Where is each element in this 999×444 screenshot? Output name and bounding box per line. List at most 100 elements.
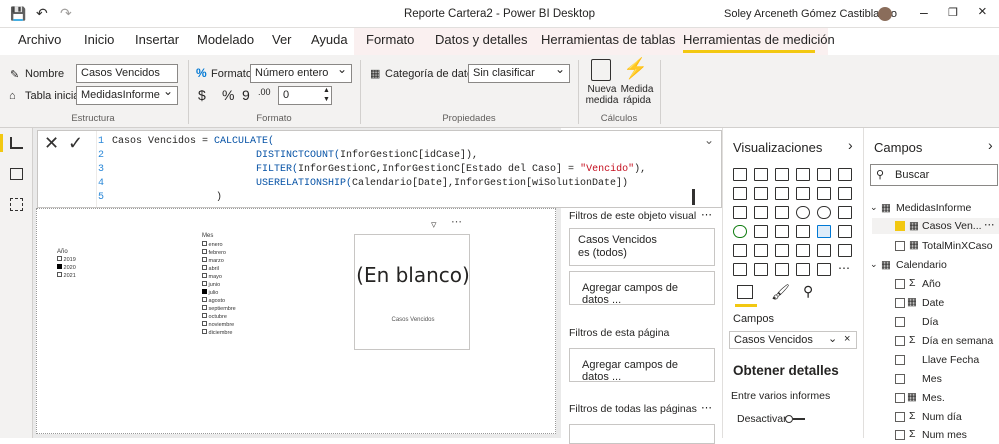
slicer-item[interactable]: 2020: [64, 265, 76, 271]
stacked-column-icon[interactable]: [754, 168, 768, 181]
formato-select[interactable]: Número entero: [250, 64, 352, 83]
field-name[interactable]: Año: [922, 278, 941, 290]
calculator-icon[interactable]: [591, 59, 611, 81]
menu-modelado[interactable]: Modelado: [197, 32, 254, 47]
comma-button[interactable]: 9: [242, 87, 250, 103]
custom-visual-icon[interactable]: [817, 263, 831, 276]
python-visual-icon[interactable]: [838, 244, 852, 257]
pie-chart-icon[interactable]: [796, 206, 810, 219]
cross-report-toggle[interactable]: [785, 415, 805, 424]
menu-herramientas-medicion[interactable]: Herramientas de medición: [683, 32, 835, 47]
collapse-icon[interactable]: ⌄: [870, 202, 878, 213]
r-visual-icon[interactable]: [817, 244, 831, 257]
gauge-icon[interactable]: [796, 225, 810, 238]
search-box[interactable]: ⚲ Buscar: [870, 164, 998, 186]
slicer-item[interactable]: septiembre: [209, 306, 236, 312]
field-name[interactable]: Mes.: [922, 392, 945, 404]
field-checkbox[interactable]: [895, 355, 905, 365]
field-name[interactable]: Casos Ven...: [922, 220, 982, 232]
field-name[interactable]: Día: [922, 316, 938, 328]
field-name[interactable]: Llave Fecha: [922, 354, 979, 366]
field-checkbox[interactable]: [895, 279, 905, 289]
tabla-inicial-select[interactable]: MedidasInforme: [76, 86, 178, 105]
more-options-icon[interactable]: ⋯: [701, 401, 712, 414]
line-stacked-column-icon[interactable]: [817, 187, 831, 200]
scatter-icon[interactable]: [775, 206, 789, 219]
power-apps-icon[interactable]: [796, 263, 810, 276]
table-name-medidas[interactable]: MedidasInforme: [896, 202, 971, 214]
format-paint-icon[interactable]: 🖌: [771, 283, 790, 301]
add-fields-well[interactable]: Agregar campos de datos ...: [569, 271, 715, 306]
field-well-item[interactable]: Casos Vencidos ⌄ ×: [729, 331, 857, 349]
multirow-card-icon[interactable]: [838, 225, 852, 238]
field-checkbox[interactable]: [895, 430, 905, 440]
field-checkbox-checked[interactable]: [895, 221, 905, 231]
chevron-down-icon[interactable]: ⌄: [828, 332, 837, 345]
viz-gallery[interactable]: ⋯: [731, 165, 859, 281]
field-name[interactable]: Mes: [922, 373, 942, 385]
field-checkbox[interactable]: [895, 298, 905, 308]
matrix-icon[interactable]: [796, 244, 810, 257]
more-options-icon[interactable]: ⋯: [701, 208, 712, 221]
model-view-icon[interactable]: [10, 198, 23, 211]
slicer-item[interactable]: noviembre: [209, 322, 235, 328]
field-checkbox[interactable]: [895, 241, 905, 251]
table-name-calendario[interactable]: Calendario: [896, 259, 947, 271]
slicer-item[interactable]: 2019: [64, 257, 76, 263]
slicer-item[interactable]: agosto: [209, 298, 226, 304]
nueva-medida-button[interactable]: Nueva medida: [583, 84, 621, 106]
kpi-icon[interactable]: [733, 244, 747, 257]
filled-map-icon[interactable]: [754, 225, 768, 238]
chevron-right-icon[interactable]: ›: [988, 137, 993, 153]
close-icon[interactable]: ×: [978, 3, 987, 20]
area-chart-icon[interactable]: [754, 187, 768, 200]
remove-icon[interactable]: ×: [844, 333, 850, 345]
field-checkbox[interactable]: [895, 393, 905, 403]
field-checkbox[interactable]: [895, 317, 905, 327]
slicer-icon[interactable]: [754, 244, 768, 257]
qa-icon[interactable]: [733, 263, 747, 276]
smart-narrative-icon[interactable]: [754, 263, 768, 276]
funnel-icon[interactable]: [754, 206, 768, 219]
slicer-item[interactable]: abril: [209, 266, 219, 272]
card-icon[interactable]: [817, 225, 831, 238]
categoria-select[interactable]: Sin clasificar: [468, 64, 570, 83]
field-name[interactable]: Num mes: [922, 429, 967, 441]
slicer-item[interactable]: 2021: [64, 273, 76, 279]
bar-100-icon[interactable]: [817, 168, 831, 181]
menu-formato[interactable]: Formato: [366, 32, 414, 47]
chevron-right-icon[interactable]: ›: [848, 137, 853, 153]
field-checkbox[interactable]: [895, 412, 905, 422]
menu-inicio[interactable]: Inicio: [84, 32, 114, 47]
column-100-icon[interactable]: [838, 168, 852, 181]
filter-icon[interactable]: ▿: [431, 218, 437, 231]
card-visual[interactable]: (En blanco) Casos Vencidos: [354, 234, 470, 350]
avatar[interactable]: [878, 7, 892, 21]
treemap-icon[interactable]: [838, 206, 852, 219]
slicer-item[interactable]: diciembre: [209, 330, 233, 336]
currency-button[interactable]: $: [198, 87, 206, 103]
field-name[interactable]: Día en semana: [922, 335, 993, 347]
decimal-icon[interactable]: .00: [258, 87, 271, 97]
field-checkbox[interactable]: [895, 374, 905, 384]
nombre-input[interactable]: Casos Vencidos: [76, 64, 178, 83]
field-name[interactable]: Date: [922, 297, 944, 309]
clustered-bar-icon[interactable]: [775, 168, 789, 181]
line-column-icon[interactable]: [796, 187, 810, 200]
medida-rapida-button[interactable]: Medida rápida: [620, 84, 654, 106]
restore-icon[interactable]: ❐: [948, 6, 958, 19]
formula-bar[interactable]: ✕ ✓ 1 2 3 4 5 Casos Vencidos = CALCULATE…: [37, 130, 722, 208]
waterfall-icon[interactable]: [733, 206, 747, 219]
field-name[interactable]: TotalMinXCaso: [922, 240, 993, 252]
slicer-item[interactable]: febrero: [209, 250, 226, 256]
fields-tab-icon[interactable]: [737, 285, 753, 299]
cancel-formula-icon[interactable]: ✕: [44, 133, 59, 154]
more-options-icon[interactable]: ⋯: [451, 215, 462, 228]
filter-card[interactable]: Casos Vencidos es (todos): [569, 228, 715, 266]
minimize-icon[interactable]: –: [920, 4, 928, 20]
donut-chart-icon[interactable]: [817, 206, 831, 219]
paginated-icon[interactable]: [775, 263, 789, 276]
line-chart-icon[interactable]: [733, 187, 747, 200]
scrollbar-thumb[interactable]: [692, 189, 695, 205]
slicer-item[interactable]: octubre: [209, 314, 227, 320]
